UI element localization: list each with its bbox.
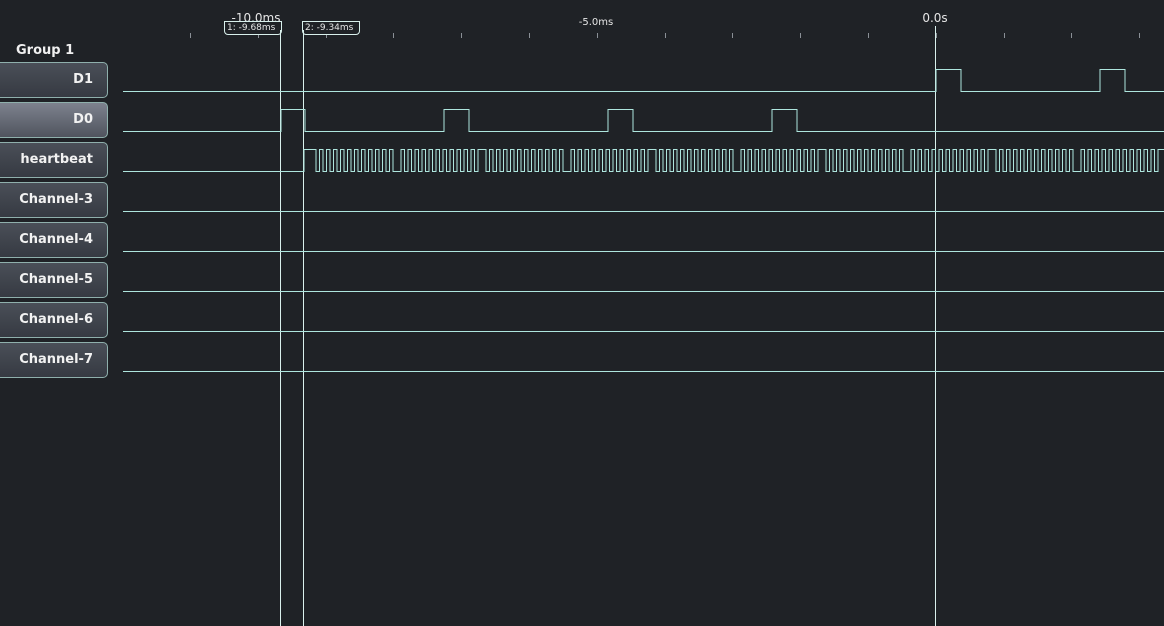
trace-d1 <box>123 69 1164 92</box>
trace-area[interactable] <box>0 0 1164 626</box>
trace-heartbeat <box>123 149 1164 172</box>
logic-analyzer-view: -10.0ms -5.0ms 0.0s 1: -9.68ms 2: -9.34m… <box>0 0 1164 626</box>
trace-d0 <box>123 109 1164 132</box>
